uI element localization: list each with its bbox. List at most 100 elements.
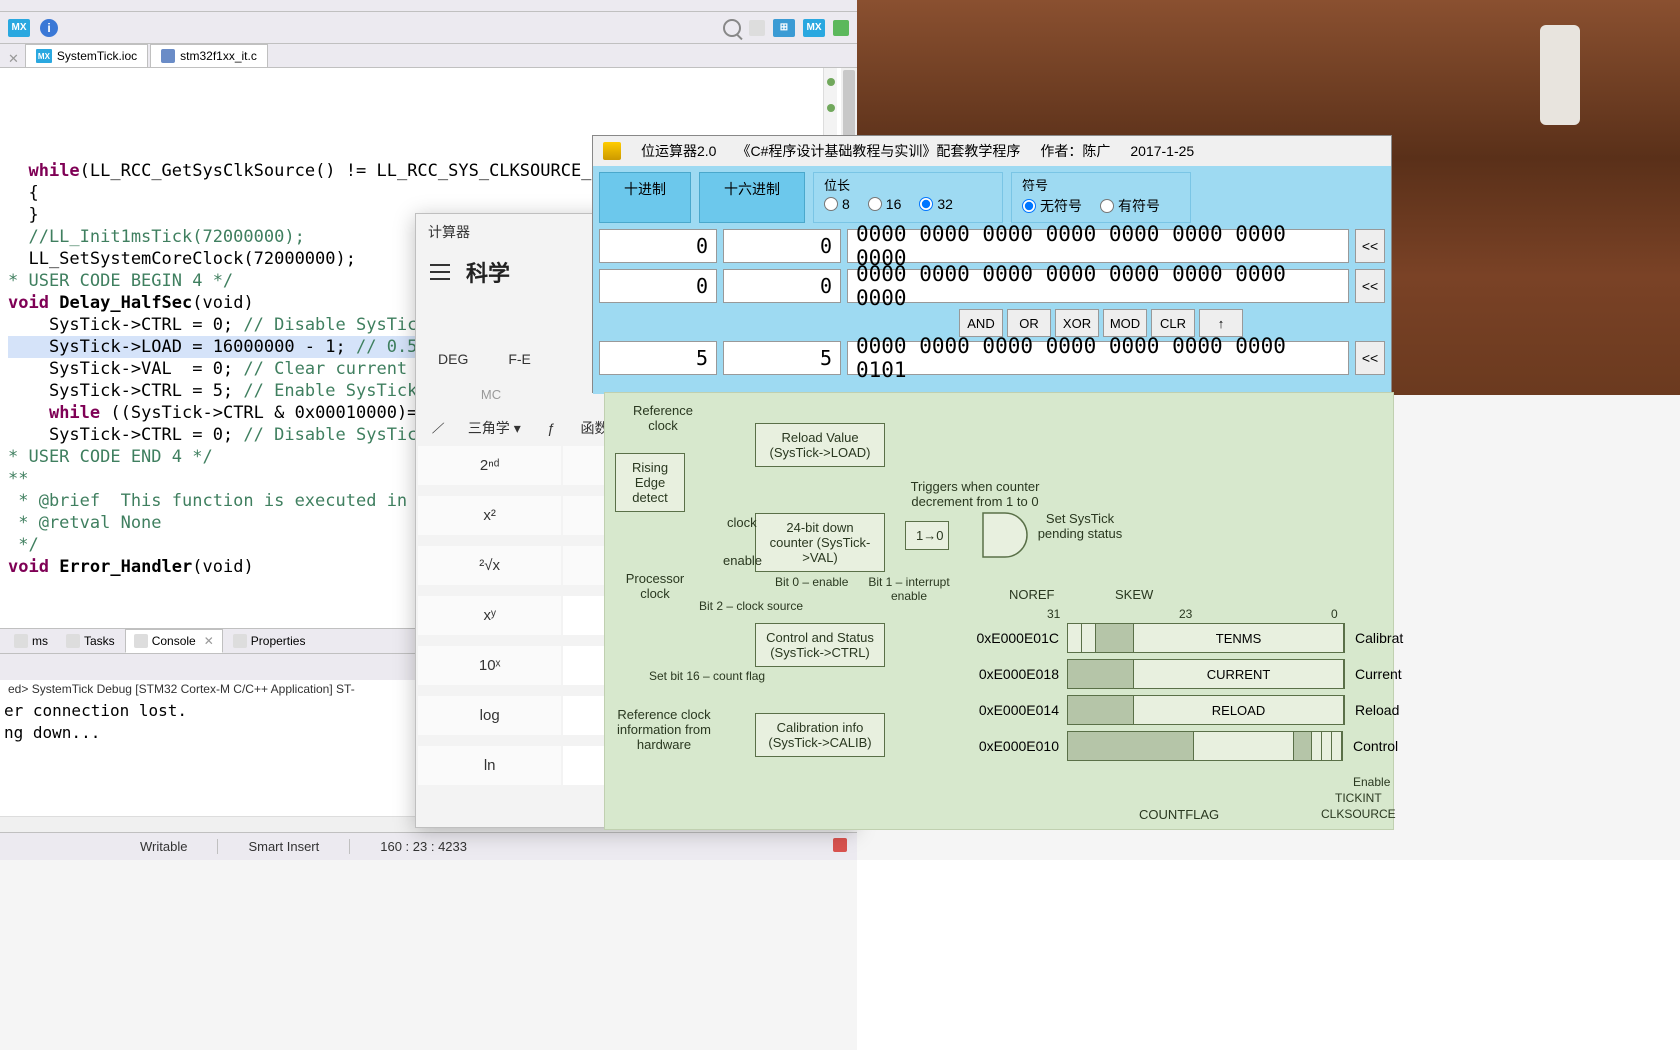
hamburger-icon[interactable] xyxy=(430,264,450,280)
perspective-icon[interactable]: ⊞ xyxy=(773,19,795,37)
enable-label: enable xyxy=(723,553,762,568)
tickint-label: TICKINT xyxy=(1335,791,1382,805)
desktop-area-2 xyxy=(857,860,1680,1050)
bit1-label: Bit 1 – interrupt enable xyxy=(859,575,959,603)
search-icon[interactable] xyxy=(723,19,741,37)
problems-tab[interactable]: ms xyxy=(6,630,56,652)
calc-key-log[interactable]: log xyxy=(418,696,561,735)
ref-clock-label: Reference clock xyxy=(623,403,703,433)
op-button-↑[interactable]: ↑ xyxy=(1199,309,1243,337)
register-row: 0xE000E01CTENMSCalibrat xyxy=(975,623,1403,653)
c-file-icon xyxy=(161,49,175,63)
calib-src-label: Reference clock information from hardwar… xyxy=(609,707,719,752)
tab-label: SystemTick.ioc xyxy=(57,49,137,63)
shift-button[interactable]: << xyxy=(1355,229,1385,263)
ide-toolbar-2: MX i ⊞ MX xyxy=(0,12,857,44)
status-bar: Writable Smart Insert 160 : 23 : 4233 xyxy=(0,832,857,860)
op-button-and[interactable]: AND xyxy=(959,309,1003,337)
bit2-label: Bit 2 – clock source xyxy=(699,599,803,613)
bitlen-label: 位长 xyxy=(824,175,992,196)
result-bin[interactable]: 0000 0000 0000 0000 0000 0000 0000 0101 xyxy=(847,341,1349,375)
operand1-bin[interactable]: 0000 0000 0000 0000 0000 0000 0000 0000 xyxy=(847,229,1349,263)
properties-tab[interactable]: Properties xyxy=(225,630,314,652)
operand2-bin[interactable]: 0000 0000 0000 0000 0000 0000 0000 0000 xyxy=(847,269,1349,303)
op-button-xor[interactable]: XOR xyxy=(1055,309,1099,337)
app-date: 2017-1-25 xyxy=(1130,143,1194,159)
bitcalc-titlebar[interactable]: 位运算器2.0 《C#程序设计基础教程与实训》配套教学程序 作者：陈广 2017… xyxy=(593,136,1391,166)
pending-label: Set SysTick pending status xyxy=(1035,511,1125,541)
bit0-label: Bit 0 – enable xyxy=(775,575,848,589)
op-button-clr[interactable]: CLR xyxy=(1151,309,1195,337)
operand1-hex[interactable] xyxy=(723,229,841,263)
mx-perspective-icon[interactable]: MX xyxy=(803,19,825,37)
countflag-label: COUNTFLAG xyxy=(1139,807,1219,822)
gear-icon[interactable] xyxy=(833,20,849,36)
deg-button[interactable]: DEG xyxy=(430,345,476,373)
tab-label: stm32f1xx_it.c xyxy=(180,49,257,63)
ide-toolbar-1 xyxy=(0,0,857,12)
calc-title-text: 计算器 xyxy=(428,222,470,242)
clksource-label: CLKSOURCE xyxy=(1321,807,1396,821)
tab-label: Console xyxy=(152,634,196,648)
result-dec[interactable] xyxy=(599,341,717,375)
shift-button[interactable]: << xyxy=(1355,341,1385,375)
close-all-icon[interactable]: ✕ xyxy=(4,51,23,67)
status-pos: 160 : 23 : 4233 xyxy=(349,839,497,854)
editor-tab-ioc[interactable]: MX SystemTick.ioc xyxy=(25,44,148,67)
editor-tab-c[interactable]: stm32f1xx_it.c xyxy=(150,44,268,67)
proc-clock-label: Processor clock xyxy=(615,571,695,601)
bit-calculator-window: 位运算器2.0 《C#程序设计基础教程与实训》配套教学程序 作者：陈广 2017… xyxy=(592,135,1392,393)
tab-label: Properties xyxy=(251,634,306,648)
register-row: 0xE000E010Control xyxy=(975,731,1398,761)
calc-key-x[interactable]: ²√x xyxy=(418,546,561,585)
noref-label: NOREF xyxy=(1009,587,1055,602)
trigger-label: Triggers when counter decrement from 1 t… xyxy=(905,479,1045,509)
op-button-mod[interactable]: MOD xyxy=(1103,309,1147,337)
toolbar-icon[interactable] xyxy=(749,20,765,36)
bitlen-radio-16[interactable]: 16 xyxy=(868,196,902,212)
result-hex[interactable] xyxy=(723,341,841,375)
rising-edge-box: Rising Edge detect xyxy=(615,453,685,512)
calib-box: Calibration info (SysTick->CALIB) xyxy=(755,713,885,757)
trig-button[interactable]: 三角学 ▾ xyxy=(462,414,527,442)
operand1-dec[interactable] xyxy=(599,229,717,263)
calc-key-ln[interactable]: ln xyxy=(418,746,561,785)
register-row: 0xE000E018CURRENTCurrent xyxy=(975,659,1402,689)
info-icon[interactable]: i xyxy=(40,19,58,37)
bit16-label: Set bit 16 – count flag xyxy=(649,669,765,683)
op-button-or[interactable]: OR xyxy=(1007,309,1051,337)
operand2-dec[interactable] xyxy=(599,269,717,303)
app-name: 位运算器2.0 xyxy=(641,141,716,161)
clock-label: clock xyxy=(727,515,757,530)
tick: 0 xyxy=(1331,607,1338,621)
bitlen-radio-32[interactable]: 32 xyxy=(919,196,953,212)
bitlen-radio-8[interactable]: 8 xyxy=(824,196,850,212)
operand2-hex[interactable] xyxy=(723,269,841,303)
and-gate-icon xyxy=(981,511,1035,561)
bitcalc-body: 十进制 十六进制 位长 8 16 32 符号 无符号有符号 0000 0000 00… xyxy=(593,166,1391,394)
status-insert: Smart Insert xyxy=(217,839,349,854)
sign-label: 符号 xyxy=(1022,175,1180,196)
calc-key-x[interactable]: xʸ xyxy=(418,596,561,635)
status-icon[interactable] xyxy=(833,838,847,852)
calc-key-2[interactable]: 2ⁿᵈ xyxy=(418,446,561,485)
calc-key-x[interactable]: x² xyxy=(418,496,561,535)
tasks-tab[interactable]: Tasks xyxy=(58,630,123,652)
bitlen-radios: 8 16 32 xyxy=(824,196,992,212)
author-label: 作者：陈广 xyxy=(1040,141,1110,161)
mx-file-icon: MX xyxy=(36,49,52,63)
sign-radio[interactable]: 无符号 xyxy=(1022,196,1082,216)
console-tab[interactable]: Console✕ xyxy=(125,629,223,653)
mx-icon[interactable]: MX xyxy=(8,19,30,37)
transition-box: 1→0 xyxy=(905,521,949,550)
mc-button[interactable]: MC xyxy=(419,381,563,408)
sign-radio[interactable]: 有符号 xyxy=(1100,196,1160,216)
fe-button[interactable]: F-E xyxy=(500,345,539,373)
editor-tabs: ✕ MX SystemTick.ioc stm32f1xx_it.c xyxy=(0,44,857,68)
systick-diagram: Reference clock Rising Edge detect Proce… xyxy=(604,392,1394,830)
skew-label: SKEW xyxy=(1115,587,1153,602)
decimal-tab[interactable]: 十进制 xyxy=(599,172,691,223)
shift-button[interactable]: << xyxy=(1355,269,1385,303)
hex-tab[interactable]: 十六进制 xyxy=(699,172,805,223)
calc-key-10[interactable]: 10ˣ xyxy=(418,646,561,685)
